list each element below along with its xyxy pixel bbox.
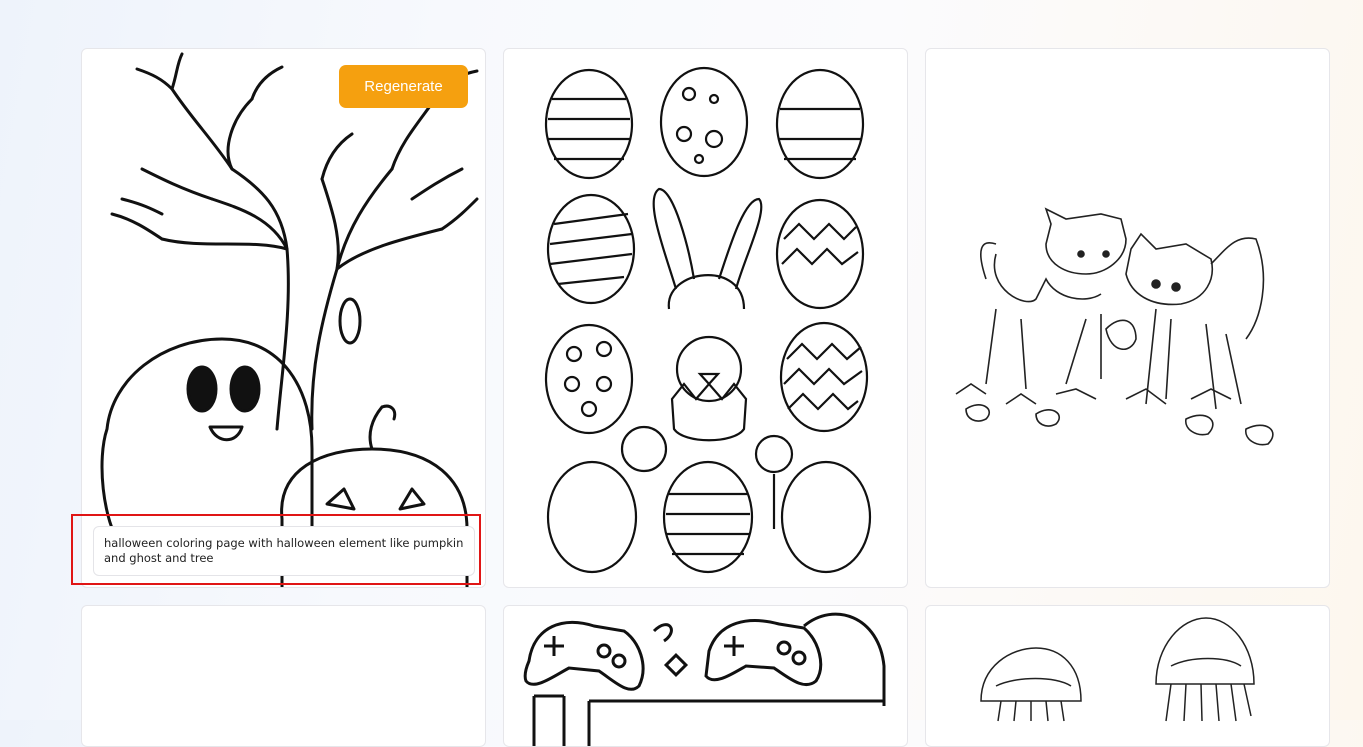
- gallery-card-gamer[interactable]: [503, 605, 908, 747]
- gallery-card-blank[interactable]: [81, 605, 486, 747]
- gallery-card-halloween[interactable]: Regenerate: [81, 48, 486, 588]
- jellyfish-coloring-image: [980, 617, 1255, 722]
- easter-coloring-image: [544, 66, 872, 574]
- prompt-text-box: halloween coloring page with halloween e…: [93, 526, 475, 576]
- kittens-coloring-image: [955, 207, 1274, 446]
- gallery-card-jellyfish[interactable]: [925, 605, 1330, 747]
- gallery-card-kittens[interactable]: [925, 48, 1330, 588]
- gamer-coloring-image: [523, 612, 886, 746]
- prompt-highlight-frame: halloween coloring page with halloween e…: [71, 514, 481, 585]
- halloween-coloring-image: [100, 52, 479, 587]
- gallery-card-easter[interactable]: [503, 48, 908, 588]
- regenerate-button[interactable]: Regenerate: [339, 65, 468, 108]
